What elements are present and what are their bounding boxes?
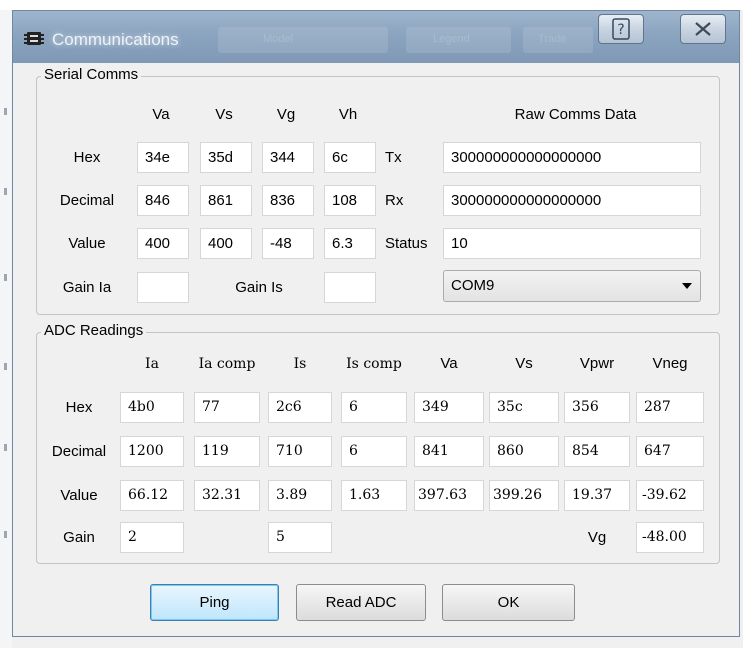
vg-field[interactable]: -48.00 — [636, 522, 704, 553]
svg-text:?: ? — [617, 22, 624, 38]
vh-decimal-field[interactable]: 108 — [324, 185, 376, 216]
row-label-value: Value — [68, 235, 106, 252]
ok-button[interactable]: OK — [442, 584, 575, 621]
vs-value-field[interactable]: 400 — [200, 228, 252, 259]
gain-ia-label: Gain Ia — [62, 279, 112, 296]
adc-row-label-value: Value — [60, 487, 98, 504]
adc-ia-comp-value-field[interactable]: 32.31 — [194, 480, 260, 511]
vs-decimal-field[interactable]: 861 — [200, 185, 252, 216]
status-label: Status — [385, 235, 428, 252]
adc-ia-value-field[interactable]: 66.12 — [120, 480, 184, 511]
va-decimal-field[interactable]: 846 — [137, 185, 189, 216]
edge-tick — [4, 363, 7, 370]
com-port-select[interactable]: COM9 — [443, 270, 701, 302]
rx-field[interactable]: 300000000000000000 — [443, 185, 701, 216]
edge-tick — [4, 444, 7, 451]
gain-is-field[interactable] — [324, 272, 376, 303]
serial-comms-legend: Serial Comms — [41, 66, 142, 83]
adc-col-ia-comp: Ia comp — [198, 356, 256, 372]
title-bar[interactable]: Model Legend Trade Communications ? — [13, 11, 739, 63]
desktop-strip — [0, 0, 743, 10]
va-value-field[interactable]: 400 — [137, 228, 189, 259]
adc-gain-ia-field[interactable]: 2 — [120, 522, 184, 553]
com-port-value: COM9 — [451, 277, 495, 294]
adc-gain-is-field[interactable]: 5 — [268, 522, 332, 553]
background-text: Model — [263, 33, 293, 45]
vg-label: Vg — [587, 529, 607, 546]
communications-dialog: Model Legend Trade Communications ? Seri… — [12, 10, 740, 637]
adc-is-value-field[interactable]: 3.89 — [268, 480, 332, 511]
edge-tick — [4, 188, 7, 195]
close-button[interactable] — [680, 14, 726, 44]
col-header-vs: Vs — [215, 106, 233, 123]
adc-vs-hex-field[interactable]: 35c — [489, 392, 559, 423]
col-header-va: Va — [152, 106, 170, 123]
adc-col-vs: Vs — [515, 355, 533, 372]
vs-hex-field[interactable]: 35d — [200, 142, 252, 173]
col-header-vh: Vh — [338, 106, 358, 123]
adc-vpwr-value-field[interactable]: 19.37 — [564, 480, 630, 511]
adc-is-comp-value-field[interactable]: 1.63 — [341, 480, 407, 511]
adc-vneg-hex-field[interactable]: 287 — [636, 392, 704, 423]
adc-col-is-comp: Is comp — [346, 356, 402, 372]
edge-tick — [4, 108, 7, 115]
window-title: Communications — [52, 30, 179, 49]
adc-vpwr-hex-field[interactable]: 356 — [564, 392, 630, 423]
adc-readings-legend: ADC Readings — [41, 322, 147, 339]
adc-va-hex-field[interactable]: 349 — [414, 392, 484, 423]
adc-ia-comp-decimal-field[interactable]: 119 — [194, 436, 260, 467]
rx-label: Rx — [385, 192, 404, 209]
adc-row-label-decimal: Decimal — [51, 443, 107, 460]
tx-field[interactable]: 300000000000000000 — [443, 142, 701, 173]
raw-comms-header: Raw Comms Data — [514, 106, 637, 123]
adc-vs-decimal-field[interactable]: 860 — [489, 436, 559, 467]
va-hex-field[interactable]: 34e — [137, 142, 189, 173]
adc-is-hex-field[interactable]: 2c6 — [268, 392, 332, 423]
background-text: Trade — [538, 33, 567, 45]
adc-va-decimal-field[interactable]: 841 — [414, 436, 484, 467]
adc-ia-comp-hex-field[interactable]: 77 — [194, 392, 260, 423]
vh-value-field[interactable]: 6.3 — [324, 228, 376, 259]
vg-hex-field[interactable]: 344 — [262, 142, 314, 173]
vh-hex-field[interactable]: 6c — [324, 142, 376, 173]
chip-icon — [24, 32, 44, 45]
close-icon — [695, 22, 711, 36]
row-label-decimal: Decimal — [59, 192, 115, 209]
vg-decimal-field[interactable]: 836 — [262, 185, 314, 216]
edge-tick — [4, 531, 7, 538]
row-label-hex: Hex — [73, 149, 101, 166]
adc-ia-hex-field[interactable]: 4b0 — [120, 392, 184, 423]
adc-vs-value-field[interactable]: 399.26 — [489, 480, 559, 511]
read-adc-button[interactable]: Read ADC — [296, 584, 426, 621]
adc-vpwr-decimal-field[interactable]: 854 — [564, 436, 630, 467]
desktop-edge — [0, 10, 12, 648]
help-button[interactable]: ? — [598, 14, 644, 44]
adc-row-label-hex: Hex — [65, 399, 93, 416]
adc-is-comp-decimal-field[interactable]: 6 — [341, 436, 407, 467]
adc-col-vpwr: Vpwr — [579, 355, 615, 372]
adc-col-vneg: Vneg — [652, 355, 688, 372]
edge-tick — [4, 274, 7, 281]
gain-ia-field[interactable] — [137, 272, 189, 303]
vg-value-field[interactable]: -48 — [262, 228, 314, 259]
adc-vneg-value-field[interactable]: -39.62 — [636, 480, 704, 511]
adc-va-value-field[interactable]: 397.63 — [414, 480, 484, 511]
tx-label: Tx — [385, 149, 402, 166]
chevron-down-icon — [682, 283, 692, 289]
adc-ia-decimal-field[interactable]: 1200 — [120, 436, 184, 467]
status-field[interactable]: 10 — [443, 228, 701, 259]
background-text: Legend — [433, 33, 470, 45]
ping-button[interactable]: Ping — [150, 584, 279, 621]
adc-is-decimal-field[interactable]: 710 — [268, 436, 332, 467]
adc-gain-label: Gain — [63, 529, 95, 546]
adc-is-comp-hex-field[interactable]: 6 — [341, 392, 407, 423]
adc-vneg-decimal-field[interactable]: 647 — [636, 436, 704, 467]
background-toolbar — [218, 27, 388, 53]
help-icon: ? — [612, 18, 630, 40]
col-header-vg: Vg — [276, 106, 296, 123]
adc-col-is: Is — [293, 356, 307, 372]
gain-is-label: Gain Is — [235, 279, 283, 296]
adc-col-ia: Ia — [145, 356, 159, 372]
adc-col-va: Va — [440, 355, 458, 372]
